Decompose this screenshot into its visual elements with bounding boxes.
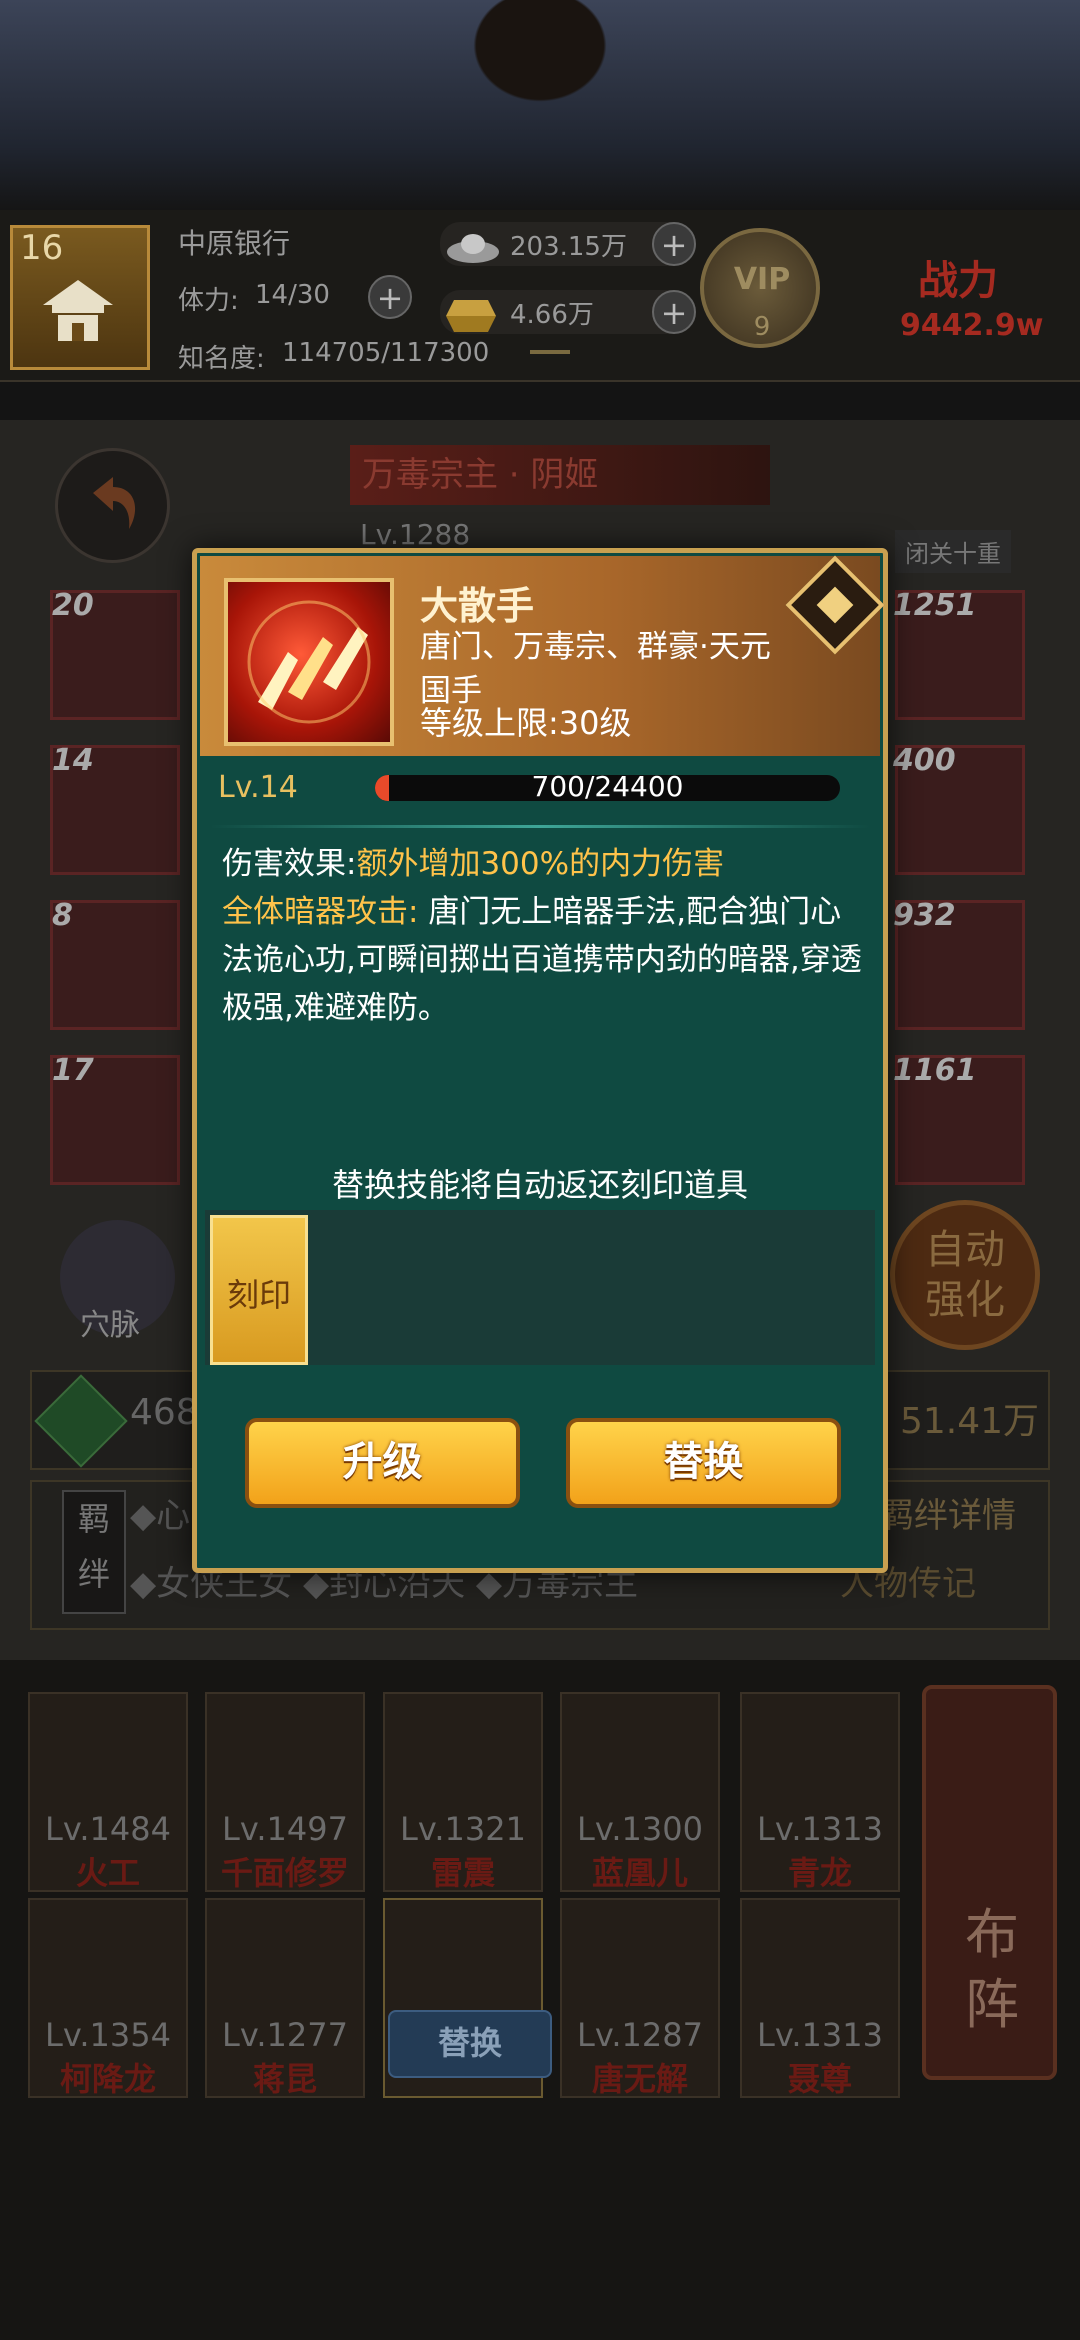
character-name: 唐无解	[591, 2060, 688, 2098]
character-level: Lv.1321	[400, 1810, 526, 1848]
back-button[interactable]	[55, 448, 170, 563]
character-name: 青龙	[787, 1854, 852, 1892]
hero-level: Lv.1288	[360, 518, 471, 551]
add-stamina-button[interactable]: +	[368, 275, 412, 319]
slot-level: 932	[893, 898, 956, 933]
auto-enhance-label: 自动强化	[925, 1227, 1005, 1323]
stamina-value: 14/30	[255, 280, 330, 310]
closed-training-label[interactable]: 闭关十重	[895, 530, 1011, 573]
gold-value: 4.66万	[510, 300, 594, 330]
character-level: Lv.1497	[222, 1810, 348, 1848]
slot-level: 20	[52, 588, 94, 623]
attack-label: 全体暗器攻击:	[222, 894, 419, 930]
add-gold-button[interactable]: +	[652, 290, 696, 334]
skill-level-cap: 等级上限:30级	[420, 704, 632, 742]
replace-character-button[interactable]: 替换	[388, 2010, 552, 2078]
expand-chevron-icon[interactable]	[530, 350, 570, 368]
character-level: Lv.1313	[757, 2016, 883, 2054]
slot-level: 400	[893, 743, 956, 778]
skill-level: Lv.14	[218, 770, 298, 805]
skill-name: 大散手	[420, 584, 535, 628]
character-level: Lv.1300	[577, 1810, 703, 1848]
slot-level: 1161	[893, 1053, 977, 1088]
back-arrow-icon	[93, 477, 136, 529]
character-name: 聂尊	[787, 2060, 852, 2098]
bond-tag: 羁绊	[62, 1490, 126, 1614]
stamina-label: 体力:	[178, 286, 239, 316]
player-name: 中原银行	[178, 227, 291, 260]
character-level: Lv.1313	[757, 1810, 883, 1848]
upgrade-button[interactable]: 升级	[245, 1418, 520, 1508]
replace-notice: 替换技能将自动返还刻印道具	[331, 1166, 748, 1204]
flying-blades-icon	[247, 600, 371, 724]
slot-level: 8	[52, 898, 73, 933]
slot-level: 14	[52, 743, 94, 778]
player-level: 16	[20, 228, 64, 268]
bond-row-1: ◆心	[130, 1496, 191, 1536]
character-name: 柯降龙	[59, 2060, 156, 2098]
character-level: Lv.1484	[45, 1810, 171, 1848]
gold-ingot-icon	[446, 300, 496, 332]
silver-ingot-icon	[447, 234, 499, 263]
character-name: 雷震	[430, 1854, 495, 1892]
vip-level: 9	[753, 312, 771, 342]
add-silver-button[interactable]: +	[652, 222, 696, 266]
hero-title: 万毒宗主 · 阴姬	[350, 445, 770, 505]
meridian-label: 穴脉	[80, 1308, 140, 1343]
character-level: Lv.1277	[222, 2016, 348, 2054]
fame-label: 知名度:	[178, 344, 265, 374]
replace-skill-button[interactable]: 替换	[566, 1418, 841, 1508]
roof-ornament	[440, 0, 640, 130]
slot-level: 1251	[893, 588, 977, 623]
power-value: 9442.9w	[900, 308, 1044, 343]
hero-stat-right: 51.41万	[900, 1401, 1040, 1442]
house-icon	[43, 280, 113, 341]
bond-detail-link[interactable]: 羁绊详情	[880, 1488, 1016, 1537]
effect-label: 伤害效果:	[222, 846, 357, 882]
power-label: 战力	[918, 258, 998, 304]
fame-value: 114705/117300	[282, 338, 490, 368]
vip-label: VIP	[733, 262, 791, 297]
character-name: 蓝凰儿	[591, 1854, 688, 1892]
silver-value: 203.15万	[510, 232, 627, 262]
xp-text: 700/24400	[531, 770, 684, 803]
character-name: 火工	[75, 1854, 140, 1892]
divider	[210, 825, 870, 828]
formation-layout-label: 布阵	[965, 1903, 1019, 2036]
character-name: 千面修罗	[220, 1854, 349, 1892]
character-level: Lv.1354	[45, 2016, 171, 2054]
slot-level: 17	[52, 1053, 94, 1088]
engrave-label: 刻印	[226, 1276, 291, 1314]
character-name: 蒋昆	[252, 2060, 317, 2098]
hero-stat-left: 468	[130, 1392, 199, 1433]
skill-description: 伤害效果:额外增加300%的内力伤害 全体暗器攻击: 唐门无上暗器手法,配合独门…	[222, 840, 872, 1032]
skill-icon	[224, 578, 394, 746]
character-level: Lv.1287	[577, 2016, 703, 2054]
effect-value: 额外增加300%的内力伤害	[356, 846, 725, 882]
